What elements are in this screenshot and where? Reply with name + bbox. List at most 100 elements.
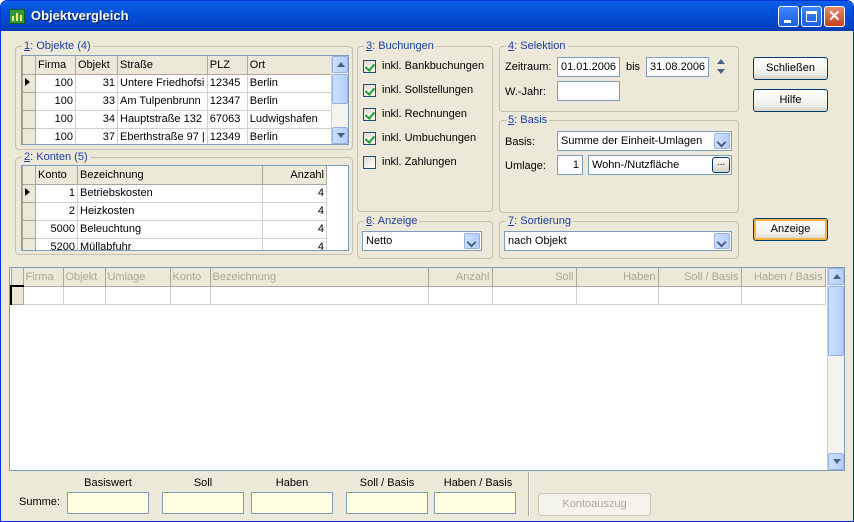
result-grid[interactable]: Firma Objekt Umlage Konto Bezeichnung Anzahl S…: [9, 267, 845, 471]
col-anzahl[interactable]: Anzahl: [427, 268, 493, 287]
objekte-grid[interactable]: Firma Objekt Straße PLZ Ort 100 31 Untere Frie…: [21, 55, 349, 145]
haben-basis-field: [434, 492, 516, 514]
spin-down-icon[interactable]: [717, 69, 725, 74]
objekte-scrollbar[interactable]: [331, 56, 348, 144]
chevron-down-icon[interactable]: [714, 233, 730, 249]
scroll-down-icon: [337, 133, 345, 138]
result-header: Firma Objekt Umlage Konto Bezeichnung Anzahl S…: [10, 268, 826, 287]
checkbox-box[interactable]: [363, 84, 376, 97]
window-title: Objektvergleich: [31, 8, 129, 23]
soll-label: Soll: [193, 477, 213, 489]
objekte-caption: : Objekte (4): [30, 40, 91, 52]
objekte-header: Firma Objekt Straße PLZ Ort: [22, 56, 343, 75]
summe-label: Summe:: [19, 496, 60, 508]
col-haben-basis[interactable]: Haben / Basis: [740, 268, 826, 287]
table-row[interactable]: [10, 285, 826, 305]
table-row[interactable]: 5200 Müllabfuhr 4: [22, 237, 327, 250]
col-bezeichnung[interactable]: Bezeichnung: [209, 268, 429, 287]
haben-field: [251, 492, 333, 514]
table-row[interactable]: 2 Heizkosten 4: [22, 201, 327, 221]
scroll-thumb[interactable]: [828, 286, 844, 356]
date-to-field[interactable]: 31.08.2006: [646, 57, 709, 77]
col-soll[interactable]: Soll: [491, 268, 577, 287]
anzeige-caption: : Anzeige: [372, 215, 418, 227]
date-from-field[interactable]: 01.01.2006: [557, 57, 620, 77]
scroll-up-icon: [833, 274, 841, 279]
soll-basis-field: [346, 492, 428, 514]
checkbox-box[interactable]: [363, 132, 376, 145]
scroll-up-button[interactable]: [828, 268, 844, 285]
maximize-button[interactable]: [801, 6, 822, 27]
umlage-number-field[interactable]: 1: [557, 155, 583, 175]
result-scrollbar[interactable]: [827, 268, 844, 470]
show-button[interactable]: Anzeige: [753, 218, 828, 241]
close-button[interactable]: Schließen: [753, 57, 828, 80]
umlage-field[interactable]: Wohn-/Nutzfläche: [588, 155, 732, 175]
col-soll-basis[interactable]: Soll / Basis: [657, 268, 742, 287]
table-row[interactable]: 100 34 Hauptstraße 132 67063 Ludwigshafen: [22, 109, 343, 129]
scroll-up-button[interactable]: [332, 56, 348, 73]
col-haben[interactable]: Haben: [575, 268, 659, 287]
anzeige-select[interactable]: Netto: [362, 231, 482, 251]
haben-label: Haben: [275, 477, 309, 489]
konten-header: Konto Bezeichnung Anzahl: [22, 166, 327, 185]
kontoauszug-button[interactable]: Kontoauszug: [538, 493, 651, 516]
col-objekt[interactable]: Objekt: [75, 56, 118, 75]
window: Objektvergleich ✕ 1: Objekte (4) Firma Ob…: [0, 0, 854, 522]
col-plz[interactable]: PLZ: [206, 56, 248, 75]
table-row[interactable]: 100 31 Untere Friedhofsi 12345 Berlin: [22, 73, 343, 93]
wjahr-field[interactable]: [557, 81, 620, 101]
row-indicator: [10, 285, 24, 305]
table-row[interactable]: 5000 Beleuchtung 4: [22, 219, 327, 239]
soll-field: [162, 492, 244, 514]
scroll-down-icon: [833, 459, 841, 464]
spin-up-icon[interactable]: [717, 59, 725, 64]
umlage-browse-button[interactable]: ...: [712, 157, 730, 173]
col-anzahl[interactable]: Anzahl: [262, 166, 327, 185]
client-area: 1: Objekte (4) Firma Objekt Straße PLZ Ort 1…: [5, 31, 849, 519]
basis-select[interactable]: Summe der Einheit-Umlagen: [557, 131, 732, 151]
selektion-group: 4: Selektion: [499, 40, 739, 112]
col-konto[interactable]: Konto: [169, 268, 211, 287]
scroll-down-button[interactable]: [828, 453, 844, 470]
col-umlage[interactable]: Umlage: [104, 268, 171, 287]
col-strasse[interactable]: Straße: [117, 56, 208, 75]
help-button[interactable]: Hilfe: [753, 89, 828, 112]
col-bezeichnung[interactable]: Bezeichnung: [77, 166, 263, 185]
basiswert-label: Basiswert: [84, 477, 132, 489]
bis-label: bis: [626, 61, 641, 73]
scroll-thumb[interactable]: [332, 74, 348, 104]
scroll-down-button[interactable]: [332, 127, 348, 144]
close-icon: ✕: [828, 8, 841, 25]
col-objekt[interactable]: Objekt: [62, 268, 106, 287]
soll-basis-label: Soll / Basis: [359, 477, 415, 489]
konten-grid[interactable]: Konto Bezeichnung Anzahl 1 Betriebskosten 4 …: [21, 165, 349, 251]
minimize-button[interactable]: [778, 6, 799, 27]
konten-table: Konto Bezeichnung Anzahl 1 Betriebskosten 4 …: [22, 166, 327, 250]
col-konto[interactable]: Konto: [35, 166, 78, 185]
date-spinner[interactable]: [713, 56, 728, 78]
app-icon: [9, 9, 25, 24]
sortierung-select[interactable]: nach Objekt: [504, 231, 732, 251]
chevron-down-icon[interactable]: [714, 133, 730, 149]
title-bar[interactable]: Objektvergleich ✕: [1, 1, 853, 31]
sortierung-caption: : Sortierung: [514, 215, 571, 227]
col-firma[interactable]: Firma: [22, 268, 64, 287]
checkbox-box[interactable]: [363, 156, 376, 169]
row-pointer-icon: [25, 78, 30, 86]
minimize-icon: [784, 20, 791, 23]
checkbox-box[interactable]: [363, 60, 376, 73]
col-ort[interactable]: Ort: [246, 56, 343, 75]
chevron-down-icon[interactable]: [464, 233, 480, 249]
table-row[interactable]: 1 Betriebskosten 4: [22, 183, 327, 203]
objekte-table: Firma Objekt Straße PLZ Ort 100 31 Untere Frie…: [22, 56, 343, 144]
table-row[interactable]: 100 37 Eberthstraße 97 | 12349 Berlin: [22, 127, 343, 144]
col-firma[interactable]: Firma: [35, 56, 76, 75]
close-window-button[interactable]: ✕: [824, 6, 845, 27]
checkbox-box[interactable]: [363, 108, 376, 121]
table-row[interactable]: 100 33 Am Tulpenbrunn 12347 Berlin: [22, 91, 343, 111]
selektion-caption: : Selektion: [514, 40, 566, 52]
maximize-icon: [806, 11, 817, 22]
umlage-label: Umlage:: [505, 160, 546, 172]
zeitraum-label: Zeitraum:: [505, 61, 552, 73]
